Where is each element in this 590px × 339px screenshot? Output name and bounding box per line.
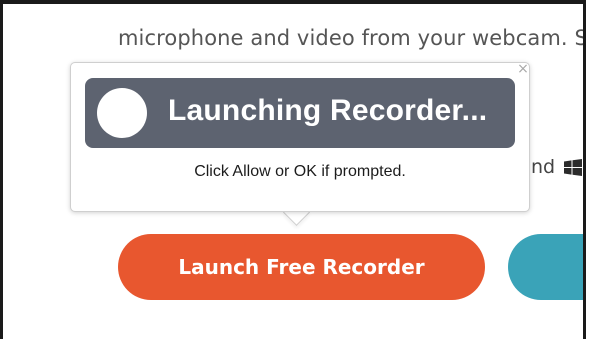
- window-frame: [0, 0, 586, 339]
